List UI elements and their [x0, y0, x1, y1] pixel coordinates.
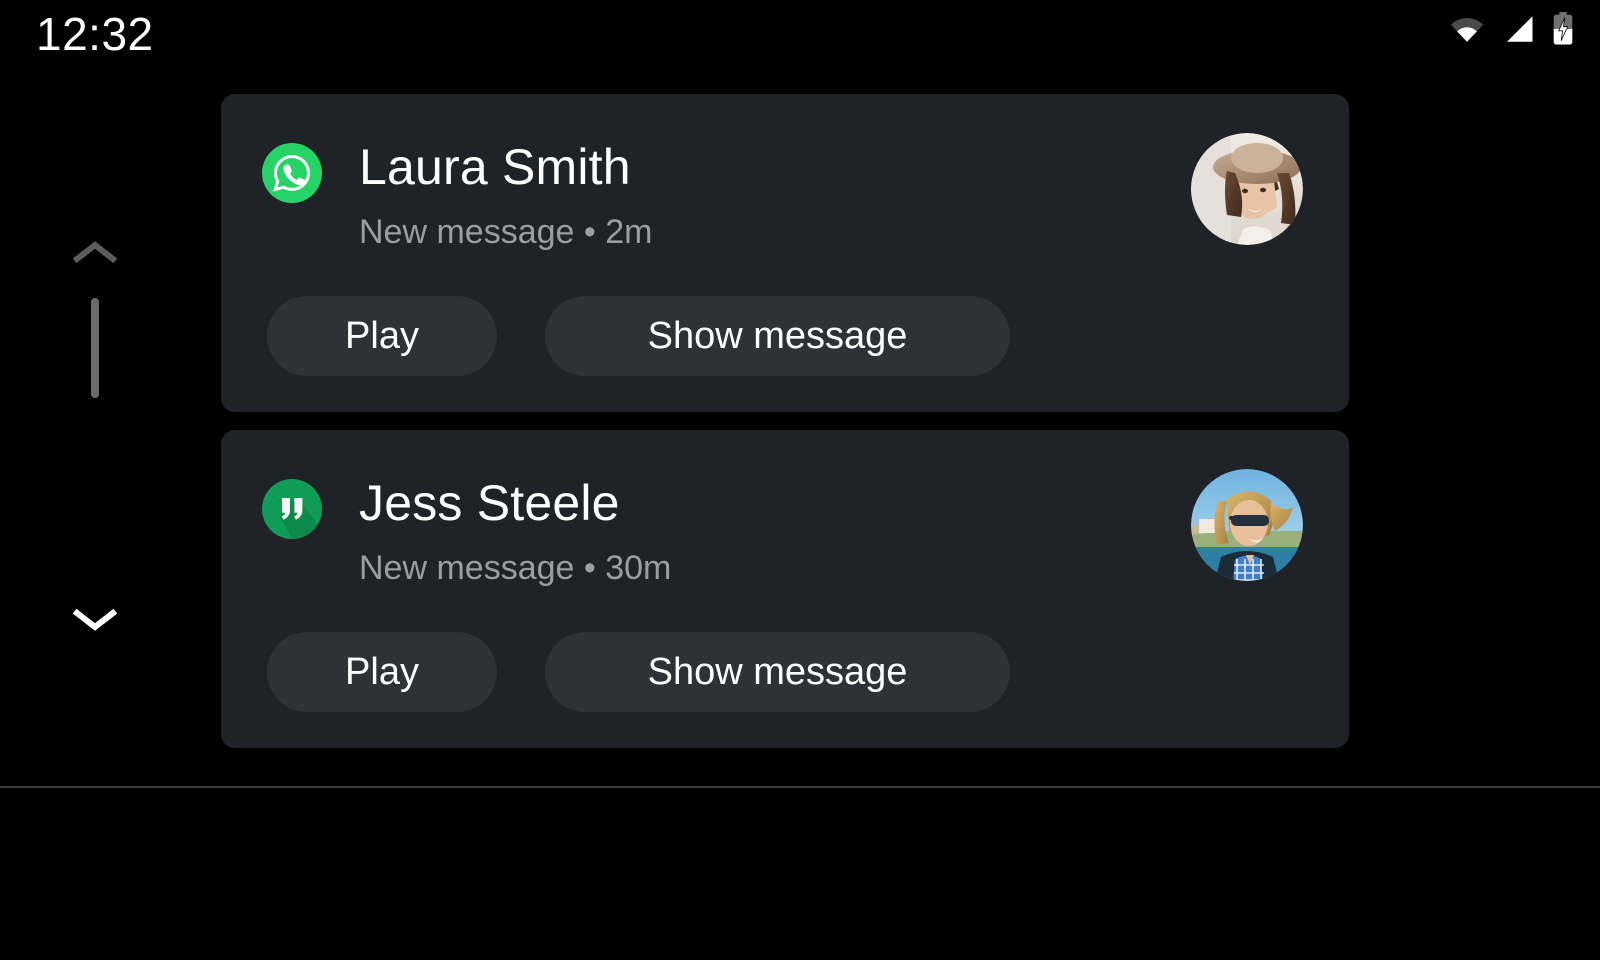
status-bar: 12:32 — [0, 0, 1600, 74]
notification-card[interactable]: Jess Steele New message • 30m Play Show … — [221, 430, 1349, 748]
whatsapp-icon — [262, 143, 322, 203]
status-icon-group — [1448, 12, 1574, 51]
notification-list: Laura Smith New message • 2m Play Show m… — [221, 94, 1349, 766]
scroll-up-button[interactable] — [52, 224, 138, 280]
bottom-bar — [0, 788, 1600, 960]
scroll-down-button[interactable] — [52, 592, 138, 648]
avatar-jess-steele — [1191, 469, 1303, 581]
cellular-signal-icon — [1502, 14, 1536, 49]
notification-subtitle: New message • 2m — [359, 213, 653, 251]
android-auto-notification-screen: 12:32 Laura Smith New message • 2m Play … — [0, 0, 1600, 960]
scrollbar-thumb[interactable] — [91, 298, 99, 398]
scroll-rail — [52, 200, 138, 680]
notification-header: Laura Smith New message • 2m — [221, 133, 1349, 254]
play-button[interactable]: Play — [267, 296, 497, 376]
play-button[interactable]: Play — [267, 632, 497, 712]
status-clock: 12:32 — [36, 8, 154, 60]
notification-title: Jess Steele — [359, 475, 620, 531]
notification-text-block: Laura Smith New message • 2m — [359, 139, 652, 254]
notification-subtitle: New message • 30m — [359, 549, 672, 587]
avatar-laura-smith — [1191, 133, 1303, 245]
notification-actions: Play Show message — [221, 632, 1349, 712]
show-message-button[interactable]: Show message — [545, 632, 1010, 712]
show-message-button[interactable]: Show message — [545, 296, 1010, 376]
hangouts-icon — [262, 479, 322, 539]
notification-card[interactable]: Laura Smith New message • 2m Play Show m… — [221, 94, 1349, 412]
notification-actions: Play Show message — [221, 296, 1349, 376]
wifi-icon — [1448, 14, 1486, 49]
notification-header: Jess Steele New message • 30m — [221, 469, 1349, 590]
battery-charging-icon — [1552, 12, 1574, 51]
notification-text-block: Jess Steele New message • 30m — [359, 475, 671, 590]
notification-title: Laura Smith — [359, 139, 631, 195]
